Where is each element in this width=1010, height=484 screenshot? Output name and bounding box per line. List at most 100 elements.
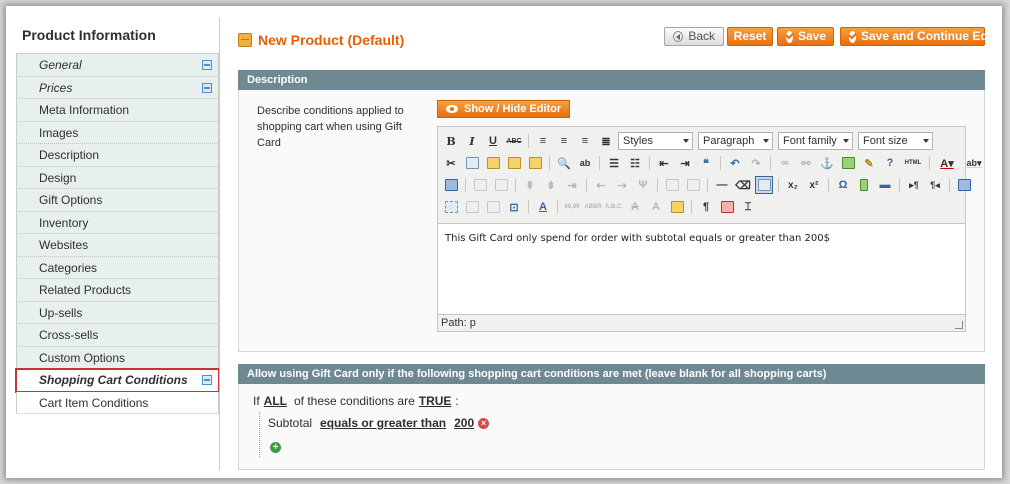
abbr-icon[interactable]: ABBR: [584, 198, 602, 216]
strikethrough-icon[interactable]: ABC: [505, 132, 523, 150]
back-button[interactable]: Back: [664, 27, 724, 46]
sidebar-item-description[interactable]: Description: [16, 144, 219, 167]
copy-icon[interactable]: [463, 154, 481, 172]
align-left-icon[interactable]: ≡: [534, 132, 552, 150]
horizontal-rule-icon[interactable]: —: [713, 176, 731, 194]
media-icon[interactable]: [855, 176, 873, 194]
font-size-select[interactable]: Font size: [858, 132, 933, 150]
align-center-icon[interactable]: ≡: [555, 132, 573, 150]
indent-icon[interactable]: ⇥: [676, 154, 694, 172]
ltr-icon[interactable]: ▸¶: [905, 176, 923, 194]
sidebar-item-shopping-cart-conditions[interactable]: Shopping Cart Conditions: [15, 368, 220, 393]
cleanup-icon[interactable]: ✎: [860, 154, 878, 172]
sidebar-item-design[interactable]: Design: [16, 166, 219, 189]
page-break-icon[interactable]: ⌶: [739, 198, 757, 216]
outdent-icon[interactable]: ⇤: [655, 154, 673, 172]
editor-content-area[interactable]: This Gift Card only spend for order with…: [438, 223, 965, 315]
save-button[interactable]: Save: [777, 27, 834, 46]
numbered-list-icon[interactable]: ☷: [626, 154, 644, 172]
sidebar-item-custom-options[interactable]: Custom Options: [16, 346, 219, 369]
resize-handle-icon[interactable]: [955, 321, 963, 329]
link-icon[interactable]: ∞: [776, 154, 794, 172]
align-right-icon[interactable]: ≡: [576, 132, 594, 150]
aggregator-selector[interactable]: ALL: [264, 394, 287, 408]
sidebar-item-related-products[interactable]: Related Products: [16, 279, 219, 302]
add-condition-icon[interactable]: +: [270, 442, 281, 453]
bold-icon[interactable]: B: [442, 132, 460, 150]
insert-row-after-icon[interactable]: ⇟: [542, 176, 560, 194]
background-color-icon[interactable]: ab▾: [962, 154, 986, 172]
image-icon[interactable]: [839, 154, 857, 172]
paste-icon[interactable]: [484, 154, 502, 172]
anchor-icon[interactable]: ⚓: [818, 154, 836, 172]
cite-icon[interactable]: 66,99: [563, 198, 581, 216]
sidebar-item-cart-item-conditions[interactable]: Cart Item Conditions: [16, 391, 219, 414]
remove-condition-icon[interactable]: ×: [478, 417, 490, 429]
attributes-icon[interactable]: [668, 198, 686, 216]
cell-props-icon[interactable]: [492, 176, 510, 194]
table-props-icon[interactable]: [471, 176, 489, 194]
sidebar-item-up-sells[interactable]: Up-sells: [16, 301, 219, 324]
subscript-icon[interactable]: x₂: [784, 176, 802, 194]
underline-icon[interactable]: U: [484, 132, 502, 150]
remove-format-icon[interactable]: ⌫: [734, 176, 752, 194]
sidebar-item-cross-sells[interactable]: Cross-sells: [16, 324, 219, 347]
blockquote-icon[interactable]: ❝: [697, 154, 715, 172]
embed-icon[interactable]: ▬: [876, 176, 894, 194]
unlink-icon[interactable]: ⚯: [797, 154, 815, 172]
align-justify-icon[interactable]: ≣: [597, 132, 615, 150]
replace-icon[interactable]: ab: [576, 154, 594, 172]
rtl-icon[interactable]: ¶◂: [926, 176, 944, 194]
paste-text-icon[interactable]: [505, 154, 523, 172]
paragraph-select[interactable]: Paragraph: [698, 132, 773, 150]
rule-value-field[interactable]: 200: [454, 416, 474, 430]
move-forward-icon[interactable]: [463, 198, 481, 216]
sidebar-item-categories[interactable]: Categories: [16, 256, 219, 279]
delete-col-icon[interactable]: Ψ: [634, 176, 652, 194]
split-cells-icon[interactable]: [663, 176, 681, 194]
styleprops-icon[interactable]: A: [534, 198, 552, 216]
help-icon[interactable]: ?: [881, 154, 899, 172]
sidebar-item-gift-options[interactable]: Gift Options: [16, 189, 219, 212]
italic-icon[interactable]: I: [463, 132, 481, 150]
sidebar-item-images[interactable]: Images: [16, 121, 219, 144]
sidebar-item-websites[interactable]: Websites: [16, 234, 219, 257]
visual-chars-icon[interactable]: ¶: [697, 198, 715, 216]
save-and-continue-button[interactable]: Save and Continue Edit: [840, 27, 995, 46]
sidebar-item-meta-information[interactable]: Meta Information: [16, 99, 219, 122]
insert-col-after-icon[interactable]: ⇢: [613, 176, 631, 194]
merge-cells-icon[interactable]: [684, 176, 702, 194]
styles-select[interactable]: Styles: [618, 132, 693, 150]
show-hide-editor-button[interactable]: Show / Hide Editor: [437, 100, 571, 118]
del-icon[interactable]: A: [626, 198, 644, 216]
text-color-icon[interactable]: A▾: [935, 154, 959, 172]
visual-aid-icon[interactable]: [755, 176, 773, 194]
fullscreen-icon[interactable]: [955, 176, 973, 194]
acronym-icon[interactable]: A.B.C.: [605, 198, 623, 216]
reset-button[interactable]: Reset: [727, 27, 773, 46]
nonbreaking-icon[interactable]: [718, 198, 736, 216]
sidebar-item-general[interactable]: General: [16, 54, 219, 77]
insert-col-before-icon[interactable]: ⇠: [592, 176, 610, 194]
sidebar-item-prices[interactable]: Prices: [16, 76, 219, 99]
insert-layer-icon[interactable]: [442, 198, 460, 216]
delete-row-icon[interactable]: ⇥: [563, 176, 581, 194]
html-icon[interactable]: HTML: [902, 154, 924, 172]
font-family-select[interactable]: Font family: [778, 132, 853, 150]
special-char-icon[interactable]: Ω: [834, 176, 852, 194]
ins-icon[interactable]: A: [647, 198, 665, 216]
absolute-icon[interactable]: ⊡: [505, 198, 523, 216]
move-backward-icon[interactable]: [484, 198, 502, 216]
undo-icon[interactable]: ↶: [726, 154, 744, 172]
find-icon[interactable]: 🔍: [555, 154, 573, 172]
superscript-icon[interactable]: x²: [805, 176, 823, 194]
sidebar-item-inventory[interactable]: Inventory: [16, 211, 219, 234]
cut-icon[interactable]: ✂: [442, 154, 460, 172]
paste-word-icon[interactable]: [526, 154, 544, 172]
insert-row-before-icon[interactable]: ⇞: [521, 176, 539, 194]
bullet-list-icon[interactable]: ☰: [605, 154, 623, 172]
value-selector[interactable]: TRUE: [419, 394, 452, 408]
redo-icon[interactable]: ↷: [747, 154, 765, 172]
edit-css-icon[interactable]: [442, 176, 460, 194]
rule-operator-selector[interactable]: equals or greater than: [320, 416, 446, 430]
